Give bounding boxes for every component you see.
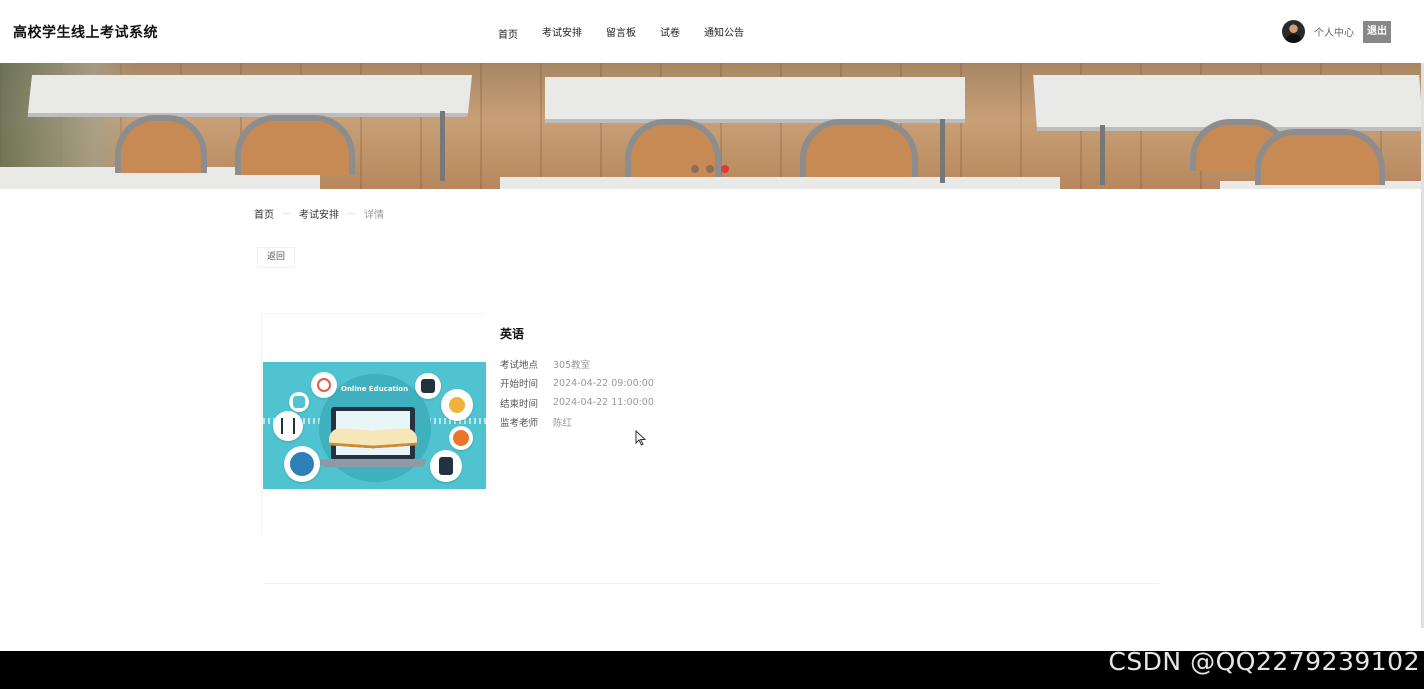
carousel-dot[interactable] [706,165,714,173]
banner-chair [235,115,355,175]
site-title: 高校学生线上考试系统 [13,25,158,41]
info-value: 陈红 [553,418,573,430]
banner-desk [28,75,472,113]
banner-chair [1255,129,1385,185]
top-header: 高校学生线上考试系统 首页 考试安排 留言板 试卷 通知公告 个人中心 退出 [0,0,1424,63]
laptop-base [320,459,426,467]
banner-desk [545,77,965,119]
microscope-icon [415,373,441,399]
user-area: 个人中心 退出 [1282,20,1391,43]
nav-item-home[interactable]: 首页 [498,26,518,41]
exam-image-frame: Online Education [261,313,486,535]
banner-desk [500,177,1060,189]
logout-button[interactable]: 退出 [1363,20,1391,43]
info-value: 305教室 [553,359,591,371]
nav-item-announcements[interactable]: 通知公告 [704,24,744,41]
book-icon [373,427,417,449]
info-row-start-time: 开始时间 2024-04-22 09:00:00 [500,374,654,394]
breadcrumb: 首页 — 考试安排 — 详情 [254,206,384,222]
info-label: 监考老师 [500,418,539,430]
book-icon [329,427,373,449]
palette-icon [441,389,473,421]
exam-detail-card: Online Education 英语 考试地点 305教室 开始时间 2024… [261,313,1161,535]
info-label: 结束时间 [500,398,539,410]
hero-banner [0,63,1421,189]
carousel-dot-active[interactable] [721,165,729,173]
breadcrumb-home[interactable]: 首页 [254,206,274,221]
exam-course-name: 英语 [500,327,525,341]
compass-icon [273,411,303,441]
nav-item-exam-schedule[interactable]: 考试安排 [542,24,582,41]
exam-info: 英语 考试地点 305教室 开始时间 2024-04-22 09:00:00 结… [500,325,654,432]
info-label: 开始时间 [500,379,539,391]
banner-desk-leg [440,111,445,181]
basketball-icon [449,426,473,450]
nav-item-exam-papers[interactable]: 试卷 [660,24,680,41]
info-row-location: 考试地点 305教室 [500,354,654,374]
info-value: 2024-04-22 11:00:00 [553,397,654,409]
info-row-invigilator: 监考老师 陈红 [500,413,654,433]
banner-desk-leg [940,119,945,183]
back-button[interactable]: 返回 [257,247,295,268]
user-center-link[interactable]: 个人中心 [1314,24,1354,39]
breadcrumb-current: 详情 [364,210,384,221]
content-divider [263,583,1159,584]
exam-image: Online Education [263,362,486,489]
banner-chair [800,119,918,177]
banner-desk-leg [1100,125,1105,185]
info-value: 2024-04-22 09:00:00 [553,377,654,389]
avatar[interactable] [1282,20,1305,43]
carousel-dot[interactable] [691,165,699,173]
info-label: 考试地点 [500,359,539,371]
nav-item-message-board[interactable]: 留言板 [606,24,636,41]
carousel-indicators [691,165,736,173]
atom-icon [311,372,337,398]
main-nav: 首页 考试安排 留言板 试卷 通知公告 [498,24,768,41]
watermark-text: CSDN @QQ2279239102 [1108,647,1420,676]
thumb-caption: Online Education [341,385,409,393]
flask-icon [289,392,309,412]
calculator-icon [430,450,462,482]
breadcrumb-separator: — [282,208,291,219]
globe-icon [284,446,320,482]
info-row-end-time: 结束时间 2024-04-22 11:00:00 [500,393,654,413]
breadcrumb-exam-schedule[interactable]: 考试安排 [299,206,339,221]
breadcrumb-separator: — [347,208,356,219]
